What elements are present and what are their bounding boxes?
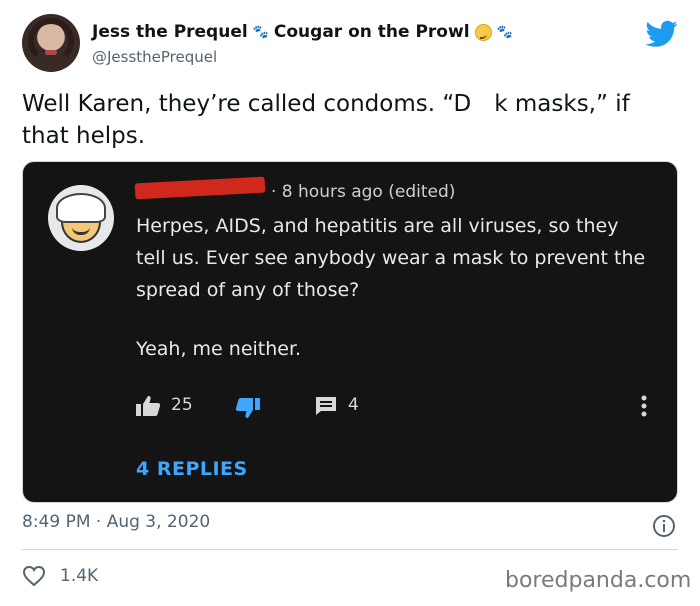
boredpanda-watermark: boredpanda.com <box>505 568 692 593</box>
comment-meta: · 8 hours ago (edited) <box>271 182 456 202</box>
thumbs-up-icon[interactable] <box>135 395 161 417</box>
paw-icon: 🐾 <box>496 24 513 40</box>
paw-icon: 🐾 <box>252 24 269 40</box>
tweet-header: Jess the Prequel 🐾 Cougar on the Prowl 🐾… <box>22 14 682 76</box>
display-name-part1: Jess the Prequel <box>92 22 248 42</box>
redacted-username <box>134 176 266 200</box>
heart-icon[interactable] <box>22 565 46 587</box>
author-display-name[interactable]: Jess the Prequel 🐾 Cougar on the Prowl 🐾 <box>92 22 513 42</box>
comment-body: Herpes, AIDS, and hepatitis are all viru… <box>136 210 656 306</box>
display-name-part2: Cougar on the Prowl <box>273 22 470 42</box>
divider <box>22 549 678 550</box>
view-replies-button[interactable]: 4 REPLIES <box>136 458 248 480</box>
like-count: 25 <box>171 395 193 415</box>
comment-icon[interactable] <box>315 396 337 416</box>
tweet-timestamp[interactable]: 8:49 PM · Aug 3, 2020 <box>22 512 210 532</box>
more-vertical-icon[interactable] <box>641 394 647 418</box>
info-icon[interactable] <box>652 514 676 538</box>
tweet-text: Well Karen, they’re called condoms. “D k… <box>22 88 682 152</box>
comment-line3: spread of any of those? <box>136 279 360 301</box>
tweet-like-count: 1.4K <box>60 566 99 586</box>
tweet-text-line1: Well Karen, they’re called condoms. “D k… <box>22 91 630 117</box>
comment-reply-line: Yeah, me neither. <box>136 338 302 360</box>
commenter-avatar <box>48 185 114 251</box>
comment-line1: Herpes, AIDS, and hepatitis are all viru… <box>136 215 619 237</box>
author-handle[interactable]: @JessthePrequel <box>92 48 217 66</box>
thumbs-down-icon[interactable] <box>235 397 261 419</box>
twitter-bird-icon[interactable] <box>646 20 678 48</box>
comment-line2: tell us. Ever see anybody wear a mask to… <box>136 247 646 269</box>
comment-count: 4 <box>348 395 359 415</box>
author-avatar[interactable] <box>22 14 80 72</box>
tweet-text-line2: that helps. <box>22 123 146 149</box>
smirk-emoji-icon <box>474 23 492 41</box>
comment-actions: 25 4 <box>135 392 655 420</box>
embedded-comment-image[interactable]: · 8 hours ago (edited) Herpes, AIDS, and… <box>22 161 678 503</box>
